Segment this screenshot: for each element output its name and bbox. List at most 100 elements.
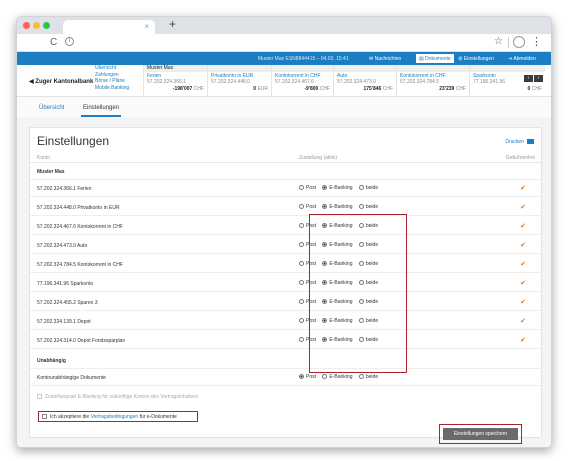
column-header-account: Konto [37, 155, 51, 161]
radio-circle[interactable] [299, 280, 304, 285]
radio-ebanking[interactable]: E-Banking [322, 374, 352, 380]
radio-circle[interactable] [299, 223, 304, 228]
group-label: Muster Max [37, 169, 65, 175]
account-tile[interactable]: Privatkonto in EUR 57.202.324.448.0 0 EU… [207, 65, 271, 96]
account-tile[interactable]: Muster Max Ferien 57.202.324.366.1 -198'… [143, 65, 207, 96]
close-window-icon[interactable] [23, 22, 30, 29]
reload-icon[interactable]: C [50, 37, 57, 48]
account-tile[interactable]: Kontokorrent in CHF 57.202.324.467.6 -9'… [271, 65, 333, 96]
radio-ebanking[interactable]: E-Banking [322, 185, 352, 191]
tab-close-icon[interactable]: × [144, 22, 149, 31]
chevron-left-icon[interactable]: ‹ [524, 75, 533, 82]
radio-circle[interactable] [358, 185, 364, 190]
radio-circle[interactable] [299, 185, 304, 190]
table-row: 57.202.324.473.0 Auto Post E-Banking bei… [30, 237, 543, 254]
documents-label: Dokumente [425, 56, 451, 62]
new-tab-button[interactable]: + [169, 17, 176, 31]
radio-post[interactable]: Post [299, 185, 316, 191]
row-label: 57.202.324.473.0 Auto [37, 243, 88, 249]
delivery-radio-group: Post E-Banking beide [299, 185, 383, 191]
fee-free-check-icon: ✔ [520, 280, 526, 287]
quick-link-stock[interactable]: Börse / Pläne [95, 78, 129, 85]
account-tile[interactable]: Auto 57.202.324.473.0 175'846 CHF [333, 65, 396, 96]
radio-both[interactable]: beide [358, 374, 378, 380]
table-row: 77.196.341.96 Sparkonto Post E-Banking b… [30, 275, 543, 292]
row-label: 77.196.341.96 Sparkonto [37, 281, 94, 287]
fee-free-check-icon: ✔ [520, 318, 526, 325]
minimize-window-icon[interactable] [33, 22, 40, 29]
row-label: 57.202.324.467.6 Kontokorrent in CHF [37, 224, 123, 230]
future-accounts-checkbox[interactable] [37, 394, 42, 399]
bookmark-star-icon[interactable]: ☆ [494, 36, 503, 47]
balance-value: 0 [253, 86, 257, 92]
column-header-delivery: Zustellung (aktiv) [299, 155, 338, 161]
row-label: 57.202.324.314.0 Depot Fondssparplan [37, 338, 126, 344]
highlight-frame [309, 214, 407, 373]
quick-link-mobile[interactable]: Mobile Banking [95, 85, 129, 92]
maximize-window-icon[interactable] [43, 22, 50, 29]
settings-link[interactable]: ⚙ Einstellungen [458, 56, 494, 62]
radio-circle[interactable] [322, 185, 328, 190]
radio-circle[interactable] [299, 374, 304, 379]
radio-circle[interactable] [299, 242, 304, 247]
radio-circle[interactable] [299, 261, 304, 266]
delivery-radio-group: Post E-Banking beide [299, 374, 383, 380]
radio-label: E-Banking [329, 204, 353, 210]
radio-circle[interactable] [299, 337, 304, 342]
logout-link[interactable]: ⇥ Abmelden [508, 56, 536, 62]
account-number: 57.202.324.784.5 [400, 79, 439, 85]
fee-free-check-icon: ✔ [520, 242, 526, 249]
radio-circle[interactable] [322, 374, 328, 379]
currency: CHF [319, 86, 330, 92]
profile-avatar[interactable] [513, 36, 525, 48]
bank-logo-text: Zuger Kantonalbank [35, 79, 94, 85]
balance-value: 23'239 [439, 86, 455, 92]
table-row: 57.202.324.448.0 Privatkonto in EUR Post… [30, 199, 543, 216]
account-balance: -9'800 CHF [304, 86, 330, 92]
top-utility-bar: Muster Max ESN8844415 – 04.03. 15:41 ✉ N… [17, 52, 551, 65]
currency: CHF [193, 86, 204, 92]
radio-label: Post [306, 374, 317, 380]
chevron-right-icon[interactable]: › [534, 75, 543, 82]
table-header: Konto Zustellung (aktiv) Gebührenfrei [30, 153, 543, 163]
account-owner: Muster Max [144, 65, 207, 72]
currency: CHF [455, 86, 466, 92]
radio-circle[interactable] [299, 318, 304, 323]
tab-overview[interactable]: Übersicht [39, 105, 64, 111]
table-row: 57.202.324.455.2 Sparen 3 Post E-Banking… [30, 294, 543, 311]
print-button[interactable]: Drucken [505, 139, 534, 145]
account-tile[interactable]: Kontokorrent in CHF 57.202.324.784.5 23'… [396, 65, 469, 96]
table-row: 57.202.324.139.1 Depot Post E-Banking be… [30, 313, 543, 330]
radio-ebanking[interactable]: E-Banking [322, 204, 352, 210]
account-balance: 23'239 CHF [439, 86, 466, 92]
address-bar[interactable]: C i ☆ ⋮ [17, 34, 551, 52]
account-balance: 175'846 CHF [363, 86, 393, 92]
messages-link[interactable]: ✉ Nachrichten [369, 56, 401, 62]
terms-link[interactable]: Vertragsbedingungen [91, 414, 139, 420]
info-icon[interactable]: i [65, 37, 74, 46]
radio-label: Post [306, 204, 317, 210]
terms-checkbox[interactable] [42, 414, 47, 419]
radio-both[interactable]: beide [358, 185, 379, 191]
documents-link[interactable]: ▤ Dokumente [416, 54, 454, 63]
radio-label: beide [365, 204, 379, 210]
radio-label: beide [365, 185, 379, 191]
currency: EUR [257, 86, 268, 92]
browser-menu-icon[interactable]: ⋮ [531, 35, 542, 48]
radio-circle[interactable] [299, 299, 304, 304]
group-header: Unabhängig [30, 352, 543, 369]
save-settings-button[interactable]: Einstellungen speichern [443, 428, 518, 440]
radio-circle[interactable] [322, 204, 328, 209]
radio-circle[interactable] [358, 374, 364, 379]
account-number: 57.202.324.366.1 [147, 79, 186, 85]
session-info: Muster Max ESN8844415 – 04.03. 15:41 [258, 56, 349, 62]
radio-circle[interactable] [299, 204, 304, 209]
fee-free-check-icon: ✔ [520, 223, 526, 230]
radio-both[interactable]: beide [358, 204, 379, 210]
radio-post[interactable]: Post [299, 374, 316, 380]
radio-circle[interactable] [358, 204, 364, 209]
group-label: Unabhängig [37, 358, 66, 364]
browser-tab[interactable]: × [63, 20, 155, 34]
radio-post[interactable]: Post [299, 204, 316, 210]
tab-settings[interactable]: Einstellungen [80, 105, 122, 117]
